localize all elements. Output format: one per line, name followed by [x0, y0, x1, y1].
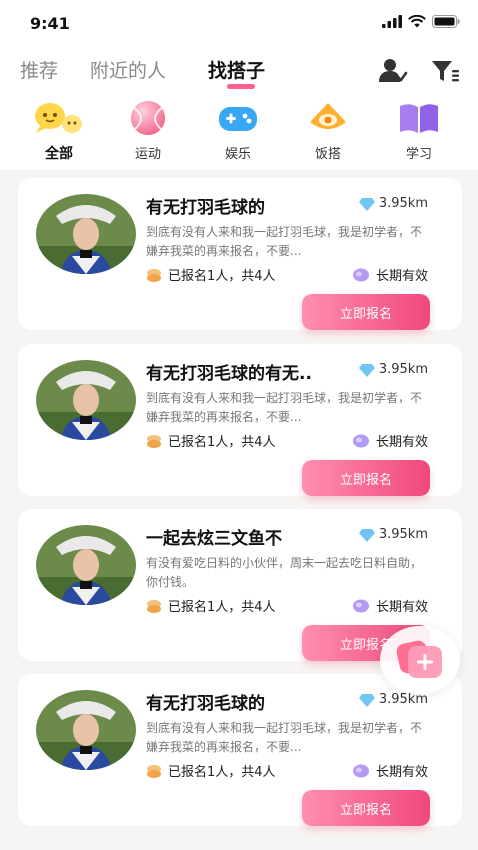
- validity: 长期有效: [352, 431, 428, 450]
- category-label: 饭搭: [314, 147, 341, 162]
- people-icon: [147, 764, 161, 778]
- avatar: [36, 360, 136, 440]
- chat-bubbles-icon: [35, 100, 82, 136]
- distance: 3.95km: [358, 692, 428, 707]
- people-icon: [147, 599, 161, 613]
- validity-text: 长期有效: [375, 600, 428, 615]
- location-diamond-icon: [358, 197, 375, 211]
- category-label: 运动: [134, 147, 161, 162]
- status-time: 9:41: [30, 14, 70, 33]
- status-bar: 9:41: [0, 0, 478, 46]
- category-label: 娱乐: [224, 147, 251, 162]
- ball-icon: [126, 100, 170, 136]
- gem-icon: [352, 599, 369, 612]
- cellular-signal-icon: [382, 15, 402, 28]
- avatar: [36, 525, 136, 605]
- card-description: 有没有爱吃日料的小伙伴，周末一起去吃日料自助，你付钱。: [146, 556, 422, 589]
- card-description: 到底有没有人来和我一起打羽毛球，我是初学者，不嫌弃我菜的再来报名，不要...: [146, 391, 422, 424]
- location-diamond-icon: [358, 693, 375, 707]
- people-icon: [147, 268, 161, 282]
- joined-count: 已报名1人，共4人: [146, 761, 276, 780]
- tab-find-partner[interactable]: 找搭子: [208, 56, 265, 83]
- card-description: 到底有没有人来和我一起打羽毛球，我是初学者，不嫌弃我菜的再来报名，不要...: [146, 721, 422, 754]
- sign-up-button[interactable]: 立即报名: [302, 294, 430, 330]
- filter-icon[interactable]: [430, 58, 460, 84]
- validity-text: 长期有效: [375, 269, 428, 284]
- joined-count: 已报名1人，共4人: [146, 596, 276, 615]
- category-sports[interactable]: 运动: [108, 100, 188, 162]
- status-icons: [382, 15, 460, 28]
- distance-value: 3.95km: [378, 196, 428, 211]
- joined-count: 已报名1人，共4人: [146, 431, 276, 450]
- sign-up-button[interactable]: 立即报名: [302, 460, 430, 496]
- create-post-button[interactable]: [380, 626, 460, 694]
- avatar: [36, 194, 136, 274]
- distance: 3.95km: [358, 527, 428, 542]
- location-diamond-icon: [358, 363, 375, 377]
- category-entertainment[interactable]: 娱乐: [198, 100, 278, 162]
- card-title: 有无打羽毛球的: [146, 198, 265, 218]
- validity: 长期有效: [352, 265, 428, 284]
- card-title: 一起去炫三文鱼不: [146, 529, 282, 549]
- distance: 3.95km: [358, 196, 428, 211]
- joined-text: 已报名1人，共4人: [168, 765, 276, 780]
- activity-card[interactable]: 有无打羽毛球的 3.95km 到底有没有人来和我一起打羽毛球，我是初学者，不嫌弃…: [18, 674, 462, 826]
- card-title: 有无打羽毛球的: [146, 694, 265, 714]
- gem-icon: [352, 434, 369, 447]
- plus-icon: [396, 640, 442, 678]
- avatar: [36, 690, 136, 770]
- validity: 长期有效: [352, 761, 428, 780]
- gamepad-icon: [216, 100, 260, 136]
- distance-value: 3.95km: [378, 362, 428, 377]
- joined-text: 已报名1人，共4人: [168, 435, 276, 450]
- user-match-icon[interactable]: [378, 58, 408, 84]
- card-title: 有无打羽毛球的有无..: [146, 364, 312, 384]
- card-description: 到底有没有人来和我一起打羽毛球，我是初学者，不嫌弃我菜的再来报名，不要...: [146, 225, 422, 258]
- tab-recommend[interactable]: 推荐: [20, 56, 58, 83]
- joined-text: 已报名1人，共4人: [168, 600, 276, 615]
- activity-card[interactable]: 有无打羽毛球的有无.. 3.95km 到底有没有人来和我一起打羽毛球，我是初学者…: [18, 344, 462, 496]
- distance-value: 3.95km: [378, 527, 428, 542]
- food-icon: [306, 100, 350, 136]
- category-label: 学习: [405, 147, 432, 162]
- active-tab-indicator: [227, 84, 255, 89]
- validity: 长期有效: [352, 596, 428, 615]
- gem-icon: [352, 268, 369, 281]
- book-icon: [397, 100, 441, 136]
- validity-text: 长期有效: [375, 435, 428, 450]
- category-food[interactable]: 饭搭: [288, 100, 368, 162]
- category-label: 全部: [45, 146, 73, 162]
- category-all[interactable]: 全部: [19, 100, 99, 163]
- battery-icon: [432, 15, 460, 28]
- validity-text: 长期有效: [375, 765, 428, 780]
- location-diamond-icon: [358, 528, 375, 542]
- activity-card[interactable]: 有无打羽毛球的 3.95km 到底有没有人来和我一起打羽毛球，我是初学者，不嫌弃…: [18, 178, 462, 330]
- category-bar: 全部 运动 娱乐 饭搭 学习: [0, 100, 478, 166]
- gem-icon: [352, 764, 369, 777]
- joined-text: 已报名1人，共4人: [168, 269, 276, 284]
- joined-count: 已报名1人，共4人: [146, 265, 276, 284]
- distance: 3.95km: [358, 362, 428, 377]
- distance-value: 3.95km: [378, 692, 428, 707]
- top-tabs: 推荐 附近的人 找搭子: [0, 50, 478, 94]
- wifi-icon: [408, 15, 426, 28]
- sign-up-button[interactable]: 立即报名: [302, 790, 430, 826]
- people-icon: [147, 434, 161, 448]
- category-study[interactable]: 学习: [379, 100, 459, 162]
- tab-nearby[interactable]: 附近的人: [90, 56, 166, 83]
